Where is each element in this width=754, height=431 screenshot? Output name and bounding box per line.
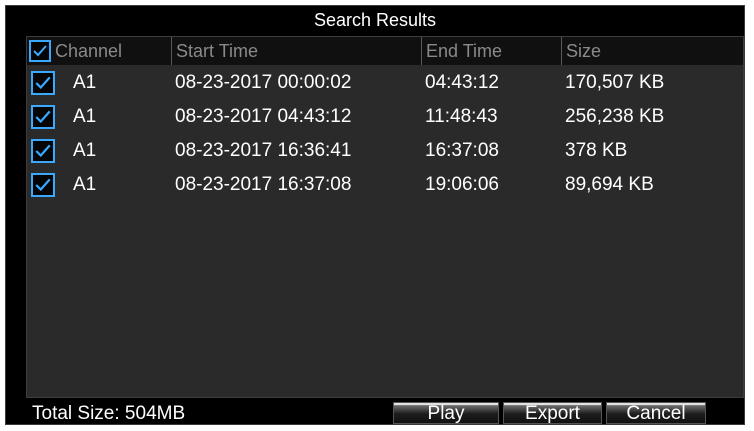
cell-end-time: 11:48:43: [425, 106, 498, 127]
cell-end-time: 04:43:12: [425, 72, 499, 93]
cell-end-time: 16:37:08: [425, 140, 499, 161]
search-results-dialog: Search Results Channel Start Time End Ti…: [5, 5, 745, 425]
cell-start-time: 08-23-2017 04:43:12: [175, 106, 352, 127]
cell-size: 378 KB: [565, 140, 628, 161]
checkmark-icon: [35, 110, 51, 124]
play-button[interactable]: Play: [393, 402, 499, 424]
column-header-start-time[interactable]: Start Time: [171, 37, 421, 65]
column-header-size[interactable]: Size: [561, 37, 743, 65]
table-row[interactable]: A1 08-23-2017 16:36:41 16:37:08 378 KB: [27, 134, 743, 168]
checkmark-icon: [35, 76, 51, 90]
cell-size: 89,694 KB: [565, 174, 654, 195]
cell-channel: A1: [73, 174, 97, 195]
cancel-button[interactable]: Cancel: [606, 402, 706, 424]
column-header-end-time[interactable]: End Time: [421, 37, 561, 65]
cell-size: 256,238 KB: [565, 106, 665, 127]
select-all-checkbox[interactable]: [29, 40, 51, 62]
cell-channel: A1: [73, 140, 97, 161]
dialog-title: Search Results: [313, 10, 437, 30]
table-header: Channel Start Time End Time Size: [27, 37, 743, 65]
checkmark-icon: [35, 144, 51, 158]
cell-channel: A1: [73, 72, 97, 93]
cell-start-time: 08-23-2017 16:37:08: [175, 174, 352, 195]
checkmark-icon: [33, 45, 47, 57]
table-row[interactable]: A1 08-23-2017 00:00:02 04:43:12 170,507 …: [27, 66, 743, 100]
row-checkbox[interactable]: [31, 71, 55, 95]
cell-end-time: 19:06:06: [425, 174, 499, 195]
row-checkbox[interactable]: [31, 173, 55, 197]
results-list[interactable]: Channel Start Time End Time Size A1 08-2…: [26, 36, 744, 398]
total-size-label: Total Size: 504MB: [32, 403, 186, 424]
cell-size: 170,507 KB: [565, 72, 665, 93]
table-row[interactable]: A1 08-23-2017 16:37:08 19:06:06 89,694 K…: [27, 168, 743, 202]
column-header-channel[interactable]: Channel: [51, 37, 171, 65]
cell-start-time: 08-23-2017 00:00:02: [175, 72, 352, 93]
checkmark-icon: [35, 178, 51, 192]
row-checkbox[interactable]: [31, 105, 55, 129]
table-row[interactable]: A1 08-23-2017 04:43:12 11:48:43 256,238 …: [27, 100, 743, 134]
cell-channel: A1: [73, 106, 97, 127]
cell-start-time: 08-23-2017 16:36:41: [175, 140, 352, 161]
row-checkbox[interactable]: [31, 139, 55, 163]
export-button[interactable]: Export: [503, 402, 602, 424]
